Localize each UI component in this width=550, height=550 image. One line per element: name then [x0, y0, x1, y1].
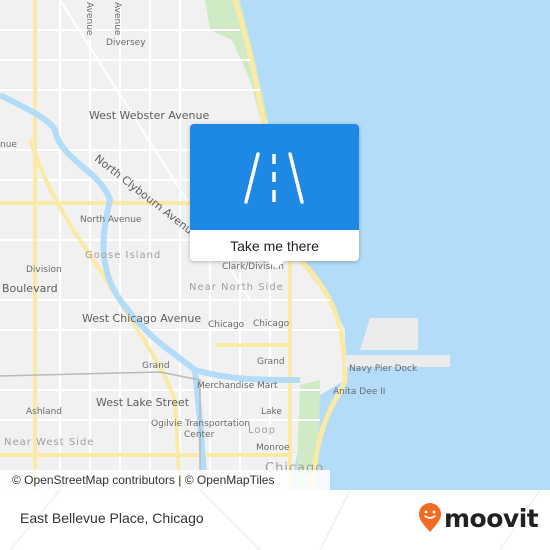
label-north-avenue: North Avenue — [80, 215, 142, 225]
label-chicago-station-2: Chicago — [253, 319, 290, 329]
label-west-chicago-avenue: West Chicago Avenue — [82, 312, 202, 325]
map[interactable]: Diversey West Webster Avenue North Clybo… — [0, 0, 550, 490]
label-navy-pier-dock: Navy Pier Dock — [349, 364, 418, 374]
label-boulevard: Boulevard — [2, 282, 58, 295]
label-ogilvie-line1: Ogilvie Transportation — [151, 419, 251, 429]
label-chicago-station-1: Chicago — [208, 320, 245, 330]
label-loop: Loop — [248, 425, 276, 436]
label-monroe-station: Monroe — [256, 443, 290, 453]
moovit-logo[interactable]: moovit — [418, 503, 539, 533]
label-division: Division — [26, 265, 62, 275]
label-anita-dee-ii: Anita Dee II — [333, 387, 386, 397]
label-grand-station-1: Grand — [142, 361, 170, 371]
popup-pointer — [268, 261, 284, 269]
take-me-there-popup[interactable]: Take me there — [190, 124, 359, 269]
label-avenue-top-1: Avenue — [84, 2, 94, 36]
map-attribution[interactable]: © OpenStreetMap contributors | © OpenMap… — [0, 470, 330, 490]
label-ashland: Ashland — [26, 407, 62, 417]
moovit-wordmark: moovit — [444, 503, 539, 533]
popup-header[interactable] — [190, 124, 359, 230]
label-avenue-left: nue — [0, 140, 17, 150]
label-merchandise-mart: Merchandise Mart — [197, 381, 278, 391]
road-icon — [244, 152, 304, 204]
label-grand-station-2: Grand — [257, 357, 285, 367]
label-diversey: Diversey — [106, 38, 146, 48]
label-avenue-top-2: Avenue — [112, 2, 122, 36]
label-near-west-side: Near West Side — [4, 437, 95, 448]
label-goose-island: Goose Island — [85, 250, 162, 261]
label-lake-station: Lake — [261, 407, 282, 417]
label-west-webster-avenue: West Webster Avenue — [89, 109, 210, 122]
label-west-lake-street: West Lake Street — [96, 396, 190, 409]
label-near-north-side: Near North Side — [189, 282, 284, 293]
place-name: East Bellevue Place, Chicago — [20, 510, 204, 526]
label-ogilvie-line2: Center — [184, 430, 215, 440]
take-me-there-button[interactable]: Take me there — [190, 230, 359, 261]
moovit-pin-icon — [419, 503, 441, 532]
